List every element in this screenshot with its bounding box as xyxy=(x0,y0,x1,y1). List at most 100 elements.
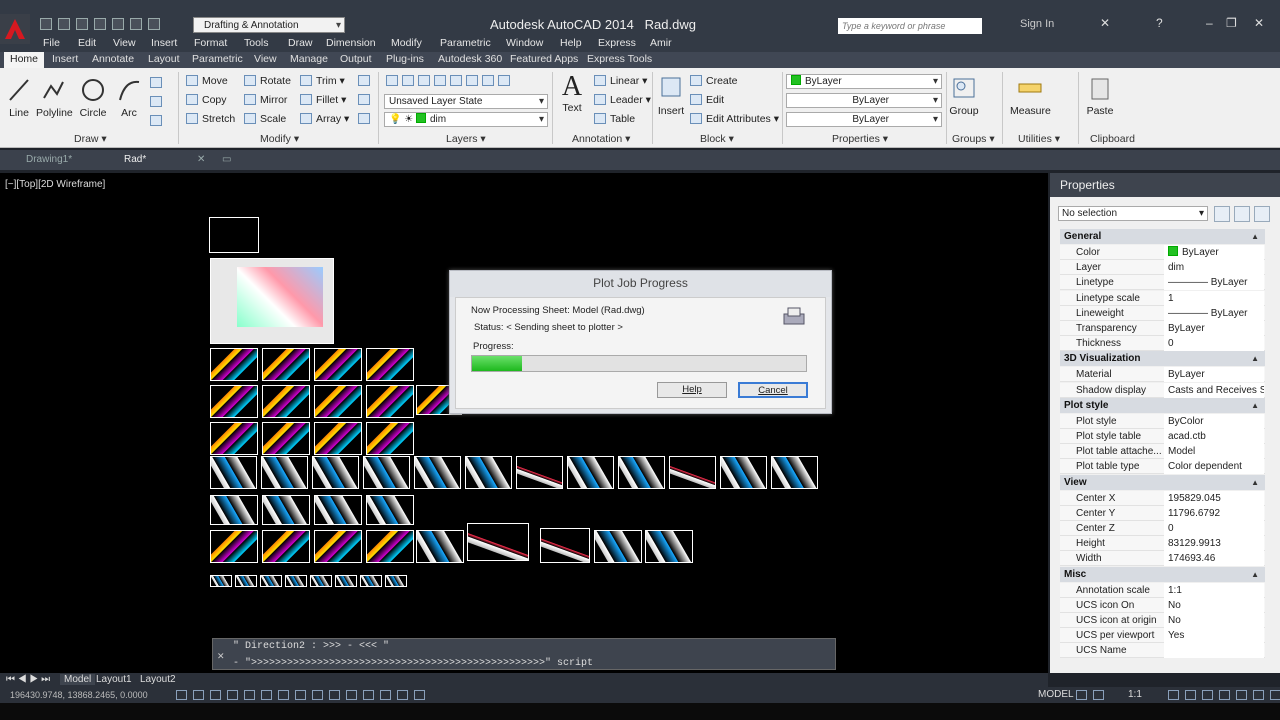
print-icon[interactable] xyxy=(112,18,124,30)
property-value[interactable]: 0 xyxy=(1164,336,1264,352)
save-as-icon[interactable] xyxy=(94,18,106,30)
property-row[interactable]: Plot table attache... Model xyxy=(1060,444,1265,460)
menu-format[interactable]: Format xyxy=(194,37,227,49)
tab-express-tools[interactable]: Express Tools xyxy=(587,53,652,65)
layer-state-dropdown[interactable]: Unsaved Layer State xyxy=(384,94,548,109)
menu-parametric[interactable]: Parametric xyxy=(440,37,491,49)
annotation-panel-footer[interactable]: Annotation ▾ xyxy=(572,133,630,147)
viewport-controls[interactable]: [−][Top][2D Wireframe] xyxy=(5,179,105,190)
property-row[interactable]: Plot style table acad.ctb xyxy=(1060,429,1265,444)
workspace-dropdown[interactable]: Drafting & Annotation xyxy=(193,17,345,34)
line-button[interactable]: Line xyxy=(6,76,32,119)
property-row[interactable]: Shadow display Casts and Receives Sh... xyxy=(1060,382,1265,398)
property-row[interactable]: Plot style ByColor xyxy=(1060,413,1265,429)
erase-icon[interactable] xyxy=(358,75,374,87)
infer-constraints-icon[interactable] xyxy=(176,690,187,700)
tab-model[interactable]: Model xyxy=(60,674,96,685)
property-row[interactable]: UCS per viewport Yes xyxy=(1060,628,1265,644)
block-panel-footer[interactable]: Block ▾ xyxy=(700,133,734,147)
property-value[interactable]: No xyxy=(1164,613,1264,628)
measure-button[interactable]: Measure xyxy=(1010,74,1051,117)
leader-button[interactable]: Leader ▾ xyxy=(594,94,651,106)
property-row[interactable]: Linetype scale 1 xyxy=(1060,290,1265,306)
modify-panel-footer[interactable]: Modify ▾ xyxy=(260,133,299,147)
copy-button[interactable]: Copy xyxy=(186,94,227,106)
tab-layout1[interactable]: Layout1 xyxy=(96,674,132,685)
menu-tools[interactable]: Tools xyxy=(244,37,269,49)
tab-autodesk-360[interactable]: Autodesk 360 xyxy=(438,53,502,65)
pan-icon[interactable] xyxy=(1168,690,1179,700)
property-value[interactable]: dim xyxy=(1164,260,1264,276)
tab-home[interactable]: Home xyxy=(4,52,45,68)
menu-view[interactable]: View xyxy=(113,37,136,49)
layer-dropdown[interactable]: 💡 ☀ dim xyxy=(384,112,548,127)
property-row[interactable]: UCS icon On No xyxy=(1060,597,1265,613)
property-row[interactable]: Lineweight ———— ByLayer xyxy=(1060,305,1265,321)
property-value[interactable]: Model xyxy=(1164,444,1264,460)
doc-tab-drawing1[interactable]: Drawing1* xyxy=(26,154,72,165)
help-button[interactable]: Help xyxy=(657,382,727,398)
property-value[interactable]: ByLayer xyxy=(1164,367,1264,383)
tab-insert[interactable]: Insert xyxy=(52,53,78,65)
undo-icon[interactable] xyxy=(130,18,142,30)
property-row[interactable]: Width 174693.46 xyxy=(1060,551,1265,567)
new-icon[interactable] xyxy=(40,18,52,30)
select-objects-icon[interactable] xyxy=(1234,206,1250,222)
application-menu-button[interactable] xyxy=(0,14,30,44)
property-row[interactable]: Plot table type Color dependent xyxy=(1060,459,1265,475)
menu-insert[interactable]: Insert xyxy=(151,37,177,49)
trim-button[interactable]: Trim ▾ xyxy=(300,75,345,87)
insert-block-button[interactable]: Insert xyxy=(656,74,686,117)
stretch-button[interactable]: Stretch xyxy=(186,113,235,125)
arc-button[interactable]: Arc xyxy=(116,76,142,119)
property-value[interactable]: ———— ByLayer xyxy=(1164,275,1264,291)
lineweight-dropdown[interactable]: ByLayer xyxy=(786,112,942,127)
menu-edit[interactable]: Edit xyxy=(78,37,96,49)
isolate-icon[interactable] xyxy=(1253,690,1264,700)
cancel-button[interactable]: Cancel xyxy=(738,382,808,398)
layout-nav-icon[interactable]: ⏮ ◀ ▶ ⏭ xyxy=(6,674,50,685)
property-value[interactable]: No xyxy=(1164,597,1264,613)
property-value[interactable]: 1 xyxy=(1164,290,1264,306)
property-row[interactable]: Center X 195829.045 xyxy=(1060,490,1265,506)
quick-select-icon[interactable] xyxy=(1254,206,1270,222)
property-row[interactable]: Color ByLayer xyxy=(1060,245,1265,260)
menu-dimension[interactable]: Dimension xyxy=(326,37,376,49)
paste-button[interactable]: Paste xyxy=(1084,74,1116,117)
group-button[interactable]: Group xyxy=(948,74,980,117)
text-button[interactable]: A Text xyxy=(558,72,586,115)
property-value[interactable]: 195829.045 xyxy=(1164,490,1264,506)
linear-dimension-button[interactable]: Linear ▾ xyxy=(594,75,647,87)
menu-window[interactable]: Window xyxy=(506,37,543,49)
property-value[interactable]: ByColor xyxy=(1164,413,1264,429)
otrack-icon[interactable] xyxy=(295,690,306,700)
tab-plug-ins[interactable]: Plug-ins xyxy=(386,53,424,65)
section-view[interactable]: View xyxy=(1060,474,1265,490)
ortho-icon[interactable] xyxy=(227,690,238,700)
doc-tab-rad[interactable]: Rad* xyxy=(124,154,146,165)
property-value[interactable]: ———— ByLayer xyxy=(1164,305,1264,321)
zoom-icon[interactable] xyxy=(1185,690,1196,700)
tab-view[interactable]: View xyxy=(254,53,277,65)
property-value[interactable]: ByLayer xyxy=(1164,321,1264,336)
property-row[interactable]: Center Y 11796.6792 xyxy=(1060,505,1265,521)
edit-attributes-button[interactable]: Edit Attributes ▾ xyxy=(690,113,779,125)
command-input[interactable]: - ">>>>>>>>>>>>>>>>>>>>>>>>>>>>>>>>>>>>>… xyxy=(233,658,593,669)
property-row[interactable]: Height 83129.9913 xyxy=(1060,536,1265,552)
property-value[interactable]: ByLayer xyxy=(1164,245,1264,260)
tab-layout[interactable]: Layout xyxy=(148,53,180,65)
utilities-panel-footer[interactable]: Utilities ▾ xyxy=(1018,133,1060,147)
close-button[interactable]: ✕ xyxy=(1254,16,1264,30)
sign-in-button[interactable]: Sign In xyxy=(1020,18,1054,30)
property-row[interactable]: Thickness 0 xyxy=(1060,336,1265,352)
ducs-icon[interactable] xyxy=(312,690,323,700)
layers-panel-footer[interactable]: Layers ▾ xyxy=(446,133,486,147)
section-general[interactable]: General xyxy=(1060,229,1265,244)
exchange-icon[interactable]: ✕ xyxy=(1100,16,1110,30)
polyline-button[interactable]: Polyline xyxy=(36,76,73,119)
circle-button[interactable]: Circle xyxy=(78,76,108,119)
menu-help[interactable]: Help xyxy=(560,37,582,49)
help-search-input[interactable]: Type a keyword or phrase xyxy=(838,18,982,34)
property-value[interactable]: 0 xyxy=(1164,521,1264,536)
tab-annotate[interactable]: Annotate xyxy=(92,53,134,65)
